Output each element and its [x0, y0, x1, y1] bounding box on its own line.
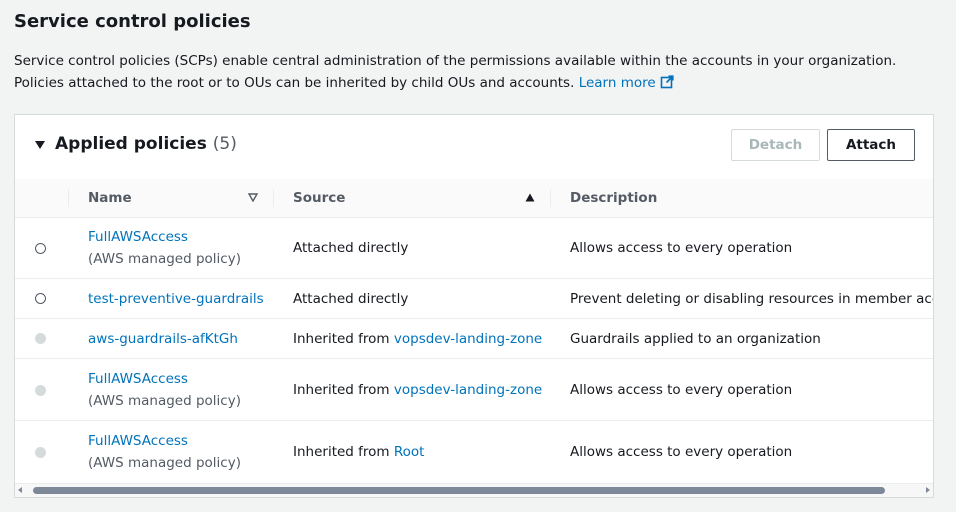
- column-header-source[interactable]: Source: [293, 179, 345, 217]
- policy-count: (5): [212, 134, 237, 154]
- source-prefix: Inherited from: [293, 444, 394, 460]
- policy-name-link[interactable]: test-preventive-guardrails: [88, 291, 264, 307]
- table-row[interactable]: test-preventive-guardrails Attached dire…: [15, 279, 933, 319]
- learn-more-link[interactable]: Learn more: [579, 75, 674, 91]
- column-header-description[interactable]: Description: [570, 179, 657, 217]
- policy-name-link[interactable]: FullAWSAccess: [88, 371, 188, 387]
- section-title: Service control policies: [14, 11, 251, 32]
- row-radio: [35, 385, 46, 396]
- row-radio: [35, 447, 46, 458]
- table-row: FullAWSAccess (AWS managed policy) Inher…: [15, 359, 933, 421]
- policy-name-link[interactable]: aws-guardrails-afKtGh: [88, 331, 238, 347]
- attach-button[interactable]: Attach: [827, 129, 915, 161]
- column-divider: [68, 189, 69, 207]
- policy-name-link[interactable]: FullAWSAccess: [88, 229, 188, 245]
- table-header: Name Source Description: [15, 179, 933, 218]
- scrollbar-thumb[interactable]: [33, 487, 885, 494]
- row-radio: [35, 333, 46, 344]
- caret-down-icon[interactable]: [35, 141, 45, 149]
- learn-more-label: Learn more: [578, 75, 656, 91]
- column-divider: [273, 189, 274, 207]
- scroll-right-icon[interactable]: [926, 487, 930, 493]
- panel-header: Applied policies (5) Detach Attach: [15, 115, 933, 180]
- policy-description: Allows access to every operation: [570, 382, 793, 398]
- policy-description: Allows access to every operation: [570, 444, 793, 460]
- row-radio[interactable]: [35, 293, 46, 304]
- detach-button[interactable]: Detach: [731, 129, 820, 161]
- column-divider: [550, 189, 551, 207]
- policy-description: Prevent deleting or disabling resources …: [570, 291, 934, 307]
- policy-source: Inherited from vopsdev-landing-zone: [293, 331, 542, 347]
- column-header-name[interactable]: Name: [88, 179, 132, 217]
- policy-type: (AWS managed policy): [88, 251, 241, 267]
- source-ou-link[interactable]: Root: [394, 444, 425, 460]
- policy-name-link[interactable]: FullAWSAccess: [88, 433, 188, 449]
- policy-description: Guardrails applied to an organization: [570, 331, 821, 347]
- external-link-icon: [660, 75, 674, 89]
- table-row: FullAWSAccess (AWS managed policy) Inher…: [15, 421, 933, 483]
- section-description-text: Service control policies (SCPs) enable c…: [14, 53, 897, 91]
- sort-ascending-icon[interactable]: [525, 193, 535, 202]
- policy-description: Allows access to every operation: [570, 240, 793, 256]
- scroll-left-icon[interactable]: [18, 487, 22, 493]
- policy-source: Inherited from vopsdev-landing-zone: [293, 382, 542, 398]
- horizontal-scrollbar[interactable]: [15, 483, 933, 497]
- panel-title[interactable]: Applied policies (5): [55, 134, 237, 154]
- policy-type: (AWS managed policy): [88, 455, 241, 471]
- section-description: Service control policies (SCPs) enable c…: [14, 50, 934, 94]
- source-prefix: Inherited from: [293, 382, 394, 398]
- policy-source: Attached directly: [293, 240, 409, 256]
- source-ou-link[interactable]: vopsdev-landing-zone: [394, 331, 542, 347]
- table-row: aws-guardrails-afKtGh Inherited from vop…: [15, 319, 933, 359]
- source-prefix: Inherited from: [293, 331, 394, 347]
- sort-triangle-down-icon[interactable]: [248, 193, 258, 202]
- source-ou-link[interactable]: vopsdev-landing-zone: [394, 382, 542, 398]
- table-row[interactable]: FullAWSAccess (AWS managed policy) Attac…: [15, 217, 933, 279]
- panel-title-text: Applied policies: [55, 134, 207, 154]
- row-radio[interactable]: [35, 243, 46, 254]
- policy-source: Attached directly: [293, 291, 409, 307]
- policy-type: (AWS managed policy): [88, 393, 241, 409]
- applied-policies-panel: Applied policies (5) Detach Attach Name …: [14, 114, 934, 498]
- policy-source: Inherited from Root: [293, 444, 424, 460]
